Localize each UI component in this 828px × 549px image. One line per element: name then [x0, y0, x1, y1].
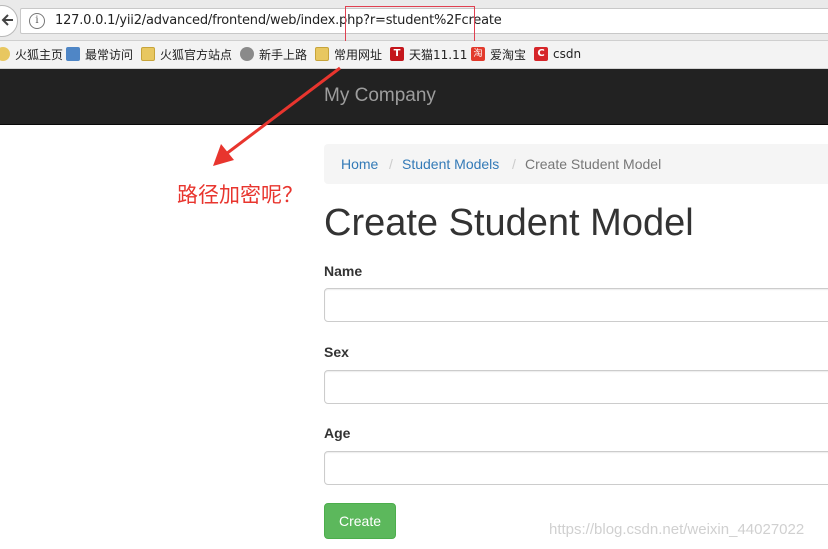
- annotation-text: 路径加密呢？: [177, 183, 303, 207]
- annotation-arrow-icon: [213, 66, 341, 166]
- watermark: https://blog.csdn.net/weixin_44027022: [549, 521, 805, 538]
